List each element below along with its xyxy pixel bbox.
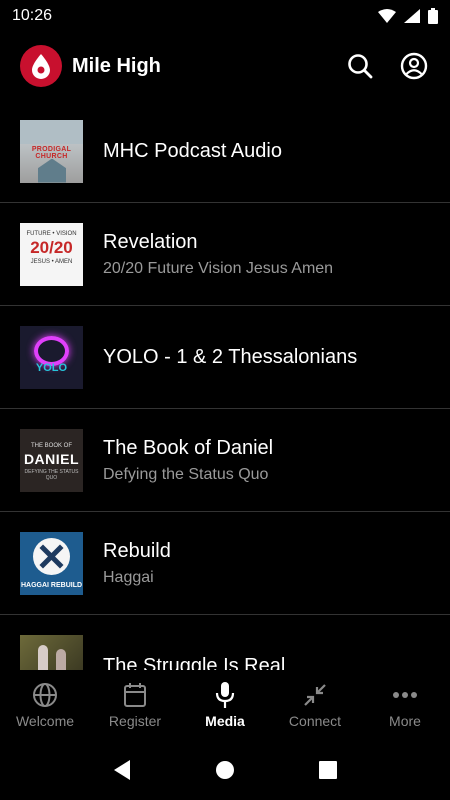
microphone-icon: [215, 682, 235, 708]
nav-label: More: [389, 713, 421, 729]
thumbnail-text: HAGGAI REBUILD: [20, 581, 83, 589]
revelation-thumbnail: FUTURE • VISION 20/20 JESUS • AMEN: [20, 222, 83, 286]
list-item-mhc-podcast[interactable]: PRODIGAL CHURCH MHC Podcast Audio: [0, 100, 450, 203]
system-navigation-bar: [0, 740, 450, 800]
more-dots-icon: [393, 692, 417, 698]
nav-item-register[interactable]: Register: [90, 670, 180, 740]
nav-item-welcome[interactable]: Welcome: [0, 670, 90, 740]
list-item-daniel[interactable]: THE BOOK OF DANIEL DEFYING THE STATUS QU…: [0, 409, 450, 512]
calendar-icon: [124, 683, 146, 707]
nav-item-media[interactable]: Media: [180, 670, 270, 740]
recents-button[interactable]: [308, 750, 348, 790]
item-text: YOLO - 1 & 2 Thessalonians: [103, 346, 357, 369]
item-text: Rebuild Haggai: [103, 540, 171, 587]
podcast-thumbnail: PRODIGAL CHURCH: [20, 119, 83, 183]
thumbnail-text: DEFYING THE STATUS QUO: [24, 468, 79, 481]
nav-label: Register: [108, 713, 162, 729]
app-actions: [344, 50, 430, 82]
yolo-thumbnail: YOLO: [20, 325, 83, 389]
search-icon: [348, 54, 373, 79]
thumbnail-text: DANIEL: [23, 450, 80, 467]
item-subtitle: Defying the Status Quo: [103, 465, 269, 483]
list-item-revelation[interactable]: FUTURE • VISION 20/20 JESUS • AMEN Revel…: [0, 203, 450, 306]
search-button[interactable]: [344, 50, 376, 82]
drop-logo-icon: [32, 54, 50, 79]
nav-label: Connect: [288, 713, 342, 729]
app-logo: [20, 45, 62, 87]
item-text: The Struggle Is Real: [103, 655, 285, 671]
thumbnail-text: FUTURE • VISION: [26, 230, 77, 237]
list-item-struggle[interactable]: The Struggle Is Real: [0, 615, 450, 670]
item-text: The Book of Daniel Defying the Status Qu…: [103, 437, 273, 484]
thumbnail-text: THE BOOK OF: [30, 442, 72, 449]
struggle-thumbnail: [20, 634, 83, 670]
nav-item-connect[interactable]: Connect: [270, 670, 360, 740]
status-time: 10:26: [12, 7, 53, 24]
media-list: PRODIGAL CHURCH MHC Podcast Audio FUTURE…: [0, 100, 450, 670]
wifi-icon: [378, 9, 396, 23]
list-item-yolo[interactable]: YOLO YOLO - 1 & 2 Thessalonians: [0, 306, 450, 409]
account-icon: [400, 52, 428, 80]
thumbnail-text: JESUS • AMEN: [30, 258, 73, 265]
home-button[interactable]: [205, 750, 245, 790]
item-title: MHC Podcast Audio: [103, 139, 282, 162]
thumbnail-text: YOLO: [35, 361, 68, 374]
thumbnail-text: PRODIGAL CHURCH: [31, 145, 72, 160]
status-icons: [378, 8, 438, 24]
item-subtitle: 20/20 Future Vision Jesus Amen: [103, 259, 334, 277]
home-circle-icon: [215, 761, 234, 779]
daniel-thumbnail: THE BOOK OF DANIEL DEFYING THE STATUS QU…: [20, 428, 83, 492]
battery-icon: [428, 8, 438, 24]
item-text: MHC Podcast Audio: [103, 140, 282, 163]
list-item-rebuild[interactable]: HAGGAI REBUILD Rebuild Haggai: [0, 512, 450, 615]
item-title: Rebuild: [103, 539, 171, 562]
item-title: The Struggle Is Real: [103, 654, 286, 671]
item-title: Revelation: [103, 230, 198, 253]
app-title: Mile High: [72, 54, 161, 77]
item-text: Revelation 20/20 Future Vision Jesus Ame…: [103, 231, 333, 278]
item-title: YOLO - 1 & 2 Thessalonians: [103, 345, 358, 368]
bottom-navigation: Welcome Register Media Connect More: [0, 670, 450, 740]
item-subtitle: Haggai: [103, 568, 154, 586]
arrows-inward-icon: [304, 684, 326, 706]
cellular-signal-icon: [404, 9, 420, 23]
status-bar: 10:26: [0, 0, 450, 32]
nav-label: Welcome: [15, 713, 75, 729]
globe-icon: [33, 683, 57, 707]
app-bar: Mile High: [0, 40, 450, 92]
back-triangle-icon: [113, 760, 130, 780]
account-button[interactable]: [398, 50, 430, 82]
thumbnail-text: 20/20: [30, 237, 73, 257]
nav-label: Media: [205, 713, 245, 729]
rebuild-thumbnail: HAGGAI REBUILD: [20, 531, 83, 595]
item-title: The Book of Daniel: [103, 436, 274, 459]
recents-square-icon: [319, 761, 338, 779]
back-button[interactable]: [102, 750, 142, 790]
nav-item-more[interactable]: More: [360, 670, 450, 740]
